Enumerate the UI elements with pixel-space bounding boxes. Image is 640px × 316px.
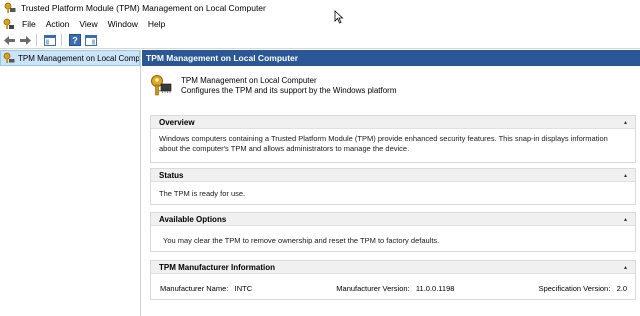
tree-item-tpm-management[interactable]: TPM Management on Local Comp xyxy=(0,50,140,66)
manufacturer-version: Manufacturer Version: 11.0.0.1198 xyxy=(336,284,454,293)
collapse-icon[interactable]: ▴ xyxy=(624,264,627,271)
manufacturer-version-label: Manufacturer Version: xyxy=(336,284,410,293)
manufacturer-name: Manufacturer Name: INTC xyxy=(160,284,252,293)
menu-view[interactable]: View xyxy=(74,19,102,29)
console-tree: TPM Management on Local Comp xyxy=(0,50,141,316)
window-title: Trusted Platform Module (TPM) Management… xyxy=(21,3,266,13)
available-options-panel: Available Options ▴ You may clear the TP… xyxy=(150,212,636,252)
console-system-menu-icon[interactable] xyxy=(3,18,15,30)
manufacturer-title: TPM Manufacturer Information xyxy=(159,262,276,272)
tree-item-label: TPM Management on Local Comp xyxy=(18,53,140,63)
content-header: TPM Management on Local Computer xyxy=(142,50,640,66)
back-icon[interactable] xyxy=(2,34,16,47)
show-hide-action-pane-icon[interactable] xyxy=(84,34,98,47)
intro-subtitle: Configures the TPM and its support by th… xyxy=(181,86,397,95)
intro-title: TPM Management on Local Computer xyxy=(181,76,317,85)
collapse-icon[interactable]: ▴ xyxy=(624,216,627,223)
menu-window[interactable]: Window xyxy=(103,19,143,29)
menu-bar: File Action View Window Help xyxy=(0,16,640,32)
help-icon[interactable]: ? xyxy=(68,34,82,47)
overview-panel-header[interactable]: Overview ▴ xyxy=(151,116,635,129)
overview-body: Windows computers containing a Trusted P… xyxy=(159,134,608,153)
menu-help[interactable]: Help xyxy=(143,19,170,29)
manufacturer-info-row: Manufacturer Name: INTC Manufacturer Ver… xyxy=(151,274,635,299)
tpm-chip-key-icon xyxy=(150,74,172,96)
menu-file[interactable]: File xyxy=(17,19,41,29)
toolbar: ? xyxy=(0,32,640,49)
overview-title: Overview xyxy=(159,117,195,127)
overview-panel: Overview ▴ Windows computers containing … xyxy=(150,115,636,163)
specification-version-label: Specification Version: xyxy=(538,284,611,293)
manufacturer-panel: TPM Manufacturer Information ▴ Manufactu… xyxy=(150,260,636,300)
show-hide-console-tree-icon[interactable] xyxy=(43,34,57,47)
collapse-icon[interactable]: ▴ xyxy=(624,172,627,179)
menu-action[interactable]: Action xyxy=(41,19,75,29)
status-body: The TPM is ready for use. xyxy=(159,189,246,198)
available-options-body: You may clear the TPM to remove ownershi… xyxy=(163,236,440,245)
status-title: Status xyxy=(159,170,184,180)
status-panel-header[interactable]: Status ▴ xyxy=(151,169,635,182)
content-pane: TPM Management on Local Computer TPM Man… xyxy=(142,50,640,316)
specification-version: Specification Version: 2.0 xyxy=(539,284,627,293)
available-options-title: Available Options xyxy=(159,214,227,224)
status-panel: Status ▴ The TPM is ready for use. xyxy=(150,168,636,205)
manufacturer-panel-header[interactable]: TPM Manufacturer Information ▴ xyxy=(151,261,635,274)
available-options-panel-header[interactable]: Available Options ▴ xyxy=(151,213,635,226)
specification-version-value: 2.0 xyxy=(616,284,627,293)
manufacturer-name-label: Manufacturer Name: xyxy=(160,284,229,293)
manufacturer-version-value: 11.0.0.1198 xyxy=(415,284,455,293)
toolbar-separator xyxy=(61,34,62,46)
tpm-app-icon xyxy=(4,2,16,14)
toolbar-separator xyxy=(36,34,37,46)
forward-icon[interactable] xyxy=(18,34,32,47)
manufacturer-name-value: INTC xyxy=(234,284,253,293)
intro-section: TPM Management on Local Computer Configu… xyxy=(150,66,640,106)
title-bar: Trusted Platform Module (TPM) Management… xyxy=(0,0,640,16)
collapse-icon[interactable]: ▴ xyxy=(624,119,627,126)
svg-text:?: ? xyxy=(72,36,78,46)
tpm-key-icon xyxy=(3,52,15,64)
